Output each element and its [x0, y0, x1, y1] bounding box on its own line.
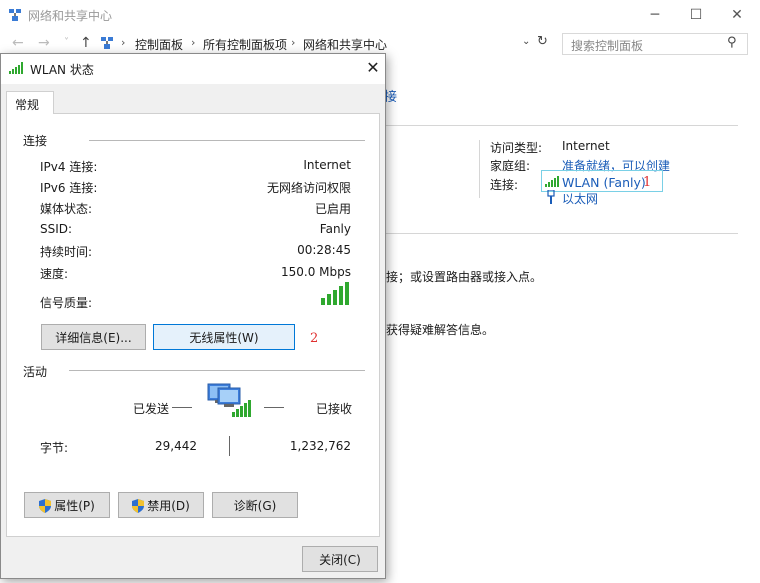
properties-button-label: 属性(P) — [54, 499, 95, 513]
speed-label: 速度: — [40, 267, 69, 281]
media-state-label: 媒体状态: — [40, 202, 93, 216]
wifi-signal-icon — [9, 62, 23, 74]
received-label: 已接收 — [316, 402, 353, 416]
breadcrumb-separator: › — [191, 36, 196, 49]
activity-line — [172, 407, 192, 408]
wireless-properties-button[interactable]: 无线属性(W) — [153, 324, 295, 350]
dialog-title: WLAN 状态 — [30, 63, 94, 77]
breadcrumb-separator: › — [121, 36, 126, 49]
control-panel-icon — [101, 37, 113, 49]
disable-button[interactable]: 禁用(D) — [118, 492, 204, 518]
bytes-received-value: 1,232,762 — [289, 439, 351, 453]
recent-locations-icon[interactable]: ˅ — [64, 37, 69, 48]
dialog-title-bar: WLAN 状态 ✕ — [1, 54, 385, 84]
network-center-icon — [9, 9, 21, 21]
breadcrumb-all-items[interactable]: 所有控制面板项 — [203, 36, 287, 53]
refresh-icon[interactable]: ↻ — [537, 34, 548, 49]
ssid-value: Fanly — [319, 222, 351, 236]
ethernet-connection-link[interactable]: 以太网 — [562, 190, 598, 207]
speed-value: 150.0 Mbps — [280, 265, 351, 279]
ipv6-label: IPv6 连接: — [40, 181, 98, 195]
properties-button[interactable]: 属性(P) — [24, 492, 110, 518]
dialog-close-button[interactable]: ✕ — [361, 57, 385, 79]
divider — [386, 125, 738, 126]
tab-general-label: 常规 — [15, 98, 40, 112]
wlan-status-dialog: WLAN 状态 ✕ 常规 连接 IPv4 连接: Internet IPv6 连… — [0, 53, 386, 579]
activity-line — [264, 407, 284, 408]
signal-quality-label: 信号质量: — [40, 296, 93, 310]
up-arrow-icon[interactable]: ↑ — [80, 35, 92, 51]
diagnose-button[interactable]: 诊断(G) — [212, 492, 298, 518]
disable-button-label: 禁用(D) — [147, 499, 190, 513]
activity-group-title: 活动 — [23, 363, 48, 380]
maximize-button[interactable]: ☐ — [681, 4, 711, 26]
media-state-value: 已启用 — [314, 202, 351, 216]
homegroup-label: 家庭组: — [490, 159, 531, 173]
address-dropdown-icon[interactable]: ⌄ — [522, 36, 530, 47]
connection-group-title: 连接 — [23, 132, 48, 149]
ssid-label: SSID: — [40, 222, 73, 236]
close-button[interactable]: 关闭(C) — [302, 546, 378, 572]
troubleshoot-text[interactable]: 获得疑难解答信息。 — [386, 321, 494, 338]
forward-arrow-icon[interactable]: → — [38, 35, 50, 51]
activity-divider — [229, 436, 230, 456]
tab-general[interactable]: 常规 — [6, 91, 54, 114]
title-bar: 网络和共享中心 ─ ☐ ✕ — [0, 0, 760, 30]
ethernet-icon — [547, 190, 555, 204]
annotation-2: 2 — [310, 331, 319, 346]
signal-bars-icon — [321, 282, 349, 305]
shield-icon — [132, 499, 145, 513]
ipv4-label: IPv4 连接: — [40, 160, 98, 174]
sent-label: 已发送 — [133, 402, 170, 416]
divider — [479, 140, 480, 198]
breadcrumb-network-center[interactable]: 网络和共享中心 — [303, 36, 387, 53]
annotation-1: 1 — [643, 175, 652, 190]
shield-icon — [39, 499, 52, 513]
duration-label: 持续时间: — [40, 245, 93, 259]
details-button[interactable]: 详细信息(E)... — [41, 324, 146, 350]
breadcrumb-separator: › — [291, 36, 296, 49]
access-type-label: 访问类型: — [490, 141, 543, 155]
back-arrow-icon[interactable]: ← — [12, 35, 24, 51]
wifi-signal-icon — [545, 176, 559, 187]
group-divider — [89, 140, 365, 141]
general-tab-panel: 连接 IPv4 连接: Internet IPv6 连接: 无网络访问权限 媒体… — [6, 113, 380, 537]
network-adapter-icon — [207, 383, 251, 417]
bytes-label: 字节: — [40, 441, 69, 455]
breadcrumb-control-panel[interactable]: 控制面板 — [135, 36, 183, 53]
divider — [386, 233, 738, 234]
minimize-button[interactable]: ─ — [640, 4, 670, 26]
bytes-sent-value: 29,442 — [155, 439, 197, 453]
ipv6-value: 无网络访问权限 — [266, 181, 351, 195]
group-divider — [69, 370, 365, 371]
connections-label: 连接: — [490, 178, 519, 192]
duration-value: 00:28:45 — [297, 243, 351, 257]
window-title: 网络和共享中心 — [28, 9, 113, 23]
ipv4-value: Internet — [303, 158, 351, 172]
search-placeholder: 搜索控制面板 — [571, 39, 644, 53]
access-type-value: Internet — [562, 139, 610, 153]
window-close-button[interactable]: ✕ — [722, 4, 752, 26]
setup-connection-text[interactable]: 接；或设置路由器或接入点。 — [386, 268, 542, 285]
search-icon[interactable]: ⚲ — [727, 35, 737, 50]
wlan-connection-link[interactable]: WLAN (Fanly) — [562, 175, 646, 190]
